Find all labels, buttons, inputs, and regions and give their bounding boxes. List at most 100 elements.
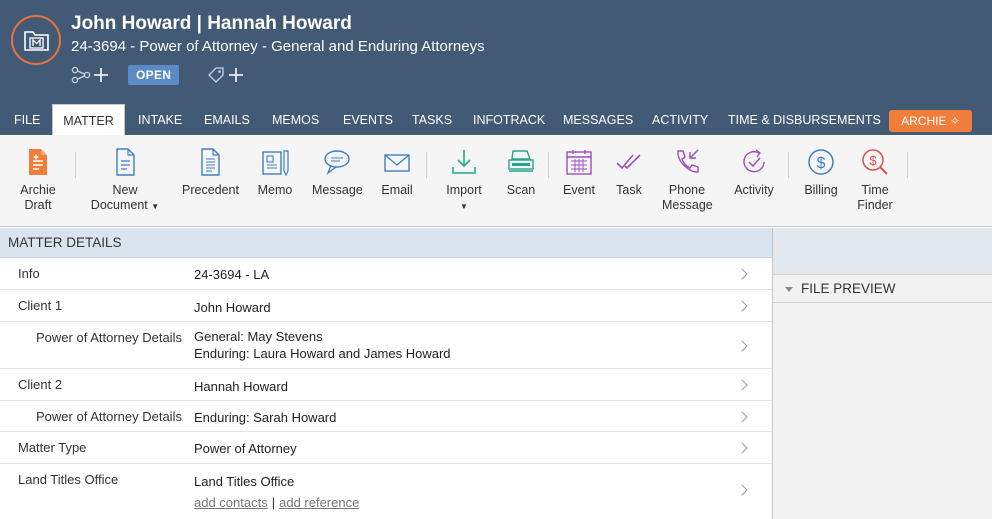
chevron-right-icon (736, 300, 748, 312)
precedent-button[interactable]: Precedent (182, 147, 239, 198)
tab-memos[interactable]: MEMOS (272, 104, 319, 135)
dropdown-caret-icon: ▼ (460, 202, 468, 211)
activity-button[interactable]: Activity (732, 147, 776, 198)
dropdown-caret-icon: ▼ (151, 202, 160, 211)
chevron-right-icon (736, 411, 748, 423)
ribbon-divider (548, 152, 549, 178)
precedent-label: Precedent (182, 183, 239, 197)
row-label: Power of Attorney Details (36, 409, 182, 424)
new-document-button[interactable]: New Document ▼ (90, 147, 160, 214)
add-tag-button[interactable] (206, 65, 246, 85)
task-button[interactable]: Task (612, 147, 646, 198)
row-label: Power of Attorney Details (36, 330, 182, 345)
file-preview-title: FILE PREVIEW (801, 281, 896, 296)
import-button[interactable]: Import ▼ (444, 147, 484, 214)
branch-plus-icon (71, 66, 108, 84)
row-value: Power of Attorney (194, 441, 297, 456)
activity-label: Activity (734, 183, 774, 197)
message-button[interactable]: Message (312, 147, 363, 198)
archie-draft-label-2: Draft (24, 198, 52, 212)
archie-draft-label-1: Archie (20, 183, 56, 197)
precedent-icon (201, 148, 220, 176)
archie-draft-button[interactable]: Archie Draft (18, 147, 58, 213)
tab-time-disbursements[interactable]: TIME & DISBURSEMENTS (728, 104, 881, 135)
tab-matter[interactable]: MATTER (52, 104, 125, 135)
tab-events[interactable]: EVENTS (343, 104, 393, 135)
import-label: Import (446, 183, 482, 197)
svg-text:$: $ (817, 155, 826, 172)
detail-row-client-2[interactable]: Client 2 Hannah Howard (0, 369, 772, 401)
scan-button[interactable]: Scan (504, 147, 538, 198)
detail-row-poa-client-2[interactable]: Power of Attorney Details Enduring: Sara… (0, 401, 772, 432)
tab-intake[interactable]: INTAKE (138, 104, 182, 135)
calendar-icon (566, 150, 592, 175)
chevron-right-icon (736, 442, 748, 454)
time-finder-label-2: Finder (857, 198, 893, 212)
row-actions: add contacts | add reference (194, 494, 359, 511)
tab-tasks[interactable]: TASKS (412, 104, 452, 135)
row-value: 24-3694 - LA (194, 267, 270, 282)
detail-row-info[interactable]: Info 24-3694 - LA (0, 258, 772, 290)
memo-icon (262, 150, 289, 177)
event-button[interactable]: Event (562, 147, 596, 198)
ribbon-divider (426, 152, 427, 178)
archie-button[interactable]: ARCHIE ✧ (889, 110, 972, 132)
chevron-right-icon (736, 484, 748, 496)
detail-row-land-titles-office[interactable]: Land Titles Office Land Titles Office ad… (0, 464, 772, 519)
import-icon (452, 150, 476, 174)
add-reference-link[interactable]: add reference (279, 495, 359, 510)
tab-infotrack[interactable]: INFOTRACK (473, 104, 545, 135)
dollar-circle-icon: $ (808, 149, 834, 175)
email-label: Email (381, 183, 413, 197)
matter-header: John Howard | Hannah Howard 24-3694 - Po… (0, 0, 992, 135)
row-label: Land Titles Office (18, 472, 119, 487)
scan-label: Scan (506, 183, 536, 197)
archie-label: ARCHIE (901, 114, 947, 128)
archie-draft-icon (29, 149, 47, 175)
add-contacts-link[interactable]: add contacts (194, 495, 268, 510)
chevron-right-icon (736, 268, 748, 280)
section-title: MATTER DETAILS (0, 228, 772, 258)
svg-text:$: $ (869, 153, 877, 168)
tab-messages[interactable]: MESSAGES (563, 104, 633, 135)
status-badge: OPEN (128, 65, 180, 85)
tab-emails[interactable]: EMAILS (204, 104, 250, 135)
add-relationship-button[interactable] (71, 65, 111, 85)
side-panel-header (773, 228, 992, 275)
email-icon (384, 154, 410, 172)
tab-file[interactable]: FILE (14, 104, 40, 135)
activity-icon (743, 149, 765, 173)
phone-message-button[interactable]: Phone Message (662, 147, 713, 213)
main-tabs: FILE MATTER INTAKE EMAILS MEMOS EVENTS T… (0, 104, 992, 135)
tab-activity[interactable]: ACTIVITY (652, 104, 708, 135)
row-label: Matter Type (18, 440, 87, 455)
collapse-triangle-icon (785, 286, 793, 292)
billing-button[interactable]: $ Billing (802, 147, 840, 198)
tag-plus-icon (208, 67, 244, 83)
billing-label: Billing (804, 183, 838, 197)
matter-folder-icon (24, 31, 49, 51)
row-value: Enduring: Sarah Howard (194, 410, 337, 425)
row-label: Client 1 (18, 298, 63, 313)
matter-avatar[interactable] (11, 15, 61, 65)
detail-row-poa-client-1[interactable]: Power of Attorney Details General: May S… (0, 322, 772, 369)
ribbon-divider (907, 152, 908, 178)
phone-incoming-icon (677, 149, 699, 173)
message-label: Message (312, 183, 363, 197)
ribbon-divider (75, 152, 76, 178)
ribbon-divider (788, 152, 789, 178)
email-button[interactable]: Email (380, 147, 414, 198)
ribbon-toolbar: Archie Draft New Document ▼ Precedent Me… (0, 135, 992, 227)
task-label: Task (616, 183, 642, 197)
row-value: Hannah Howard (194, 379, 288, 394)
time-finder-button[interactable]: $ Time Finder (856, 147, 894, 213)
new-document-label-2: Document (90, 198, 148, 212)
message-icon (324, 150, 350, 175)
event-label: Event (563, 183, 595, 197)
file-preview-toggle[interactable]: FILE PREVIEW (773, 275, 992, 303)
new-document-label-1: New (112, 183, 138, 197)
memo-button[interactable]: Memo (256, 147, 294, 198)
detail-row-matter-type[interactable]: Matter Type Power of Attorney (0, 432, 772, 464)
matter-details-panel: MATTER DETAILS Info 24-3694 - LA Client … (0, 228, 772, 519)
detail-row-client-1[interactable]: Client 1 John Howard (0, 290, 772, 322)
